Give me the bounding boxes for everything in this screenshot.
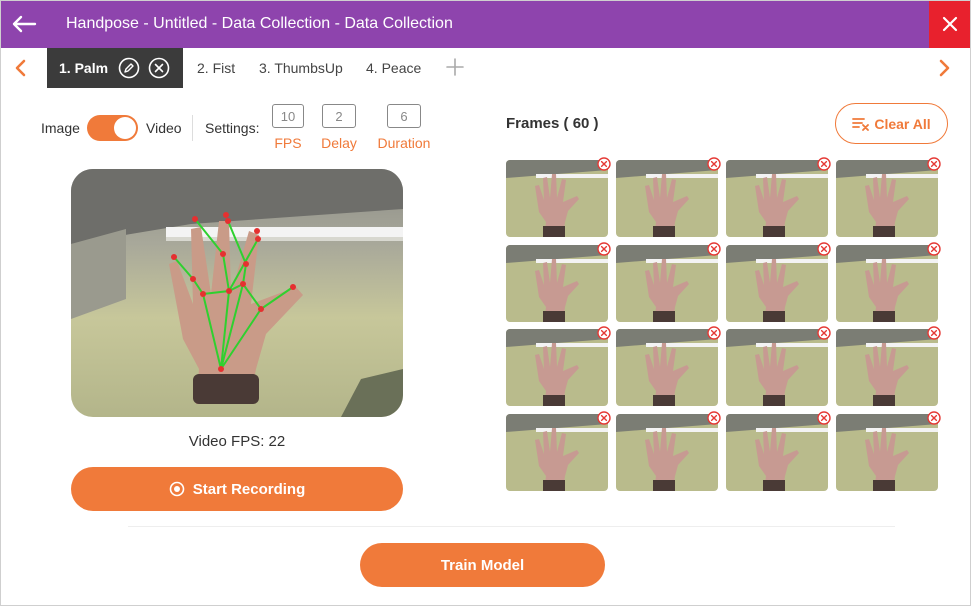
title-bar: Handpose - Untitled - Data Collection - … [0, 0, 971, 48]
frame-thumbnail[interactable] [506, 241, 611, 322]
delete-frame-icon[interactable] [707, 410, 721, 425]
delete-frame-icon[interactable] [707, 241, 721, 256]
delete-frame-icon[interactable] [707, 326, 721, 340]
frame-thumbnail[interactable] [726, 241, 831, 322]
frame-thumbnail[interactable] [616, 326, 721, 406]
train-model-button[interactable]: Train Model [360, 543, 605, 587]
frame-thumbnail[interactable] [836, 241, 941, 322]
tab-peace[interactable]: 4. Peace [366, 48, 421, 88]
frame-thumbnail[interactable] [506, 410, 611, 491]
start-recording-button[interactable]: Start Recording [71, 467, 403, 511]
chevron-left-icon [15, 59, 26, 77]
fps-input[interactable]: 10 [272, 104, 304, 128]
class-tab-bar: 1. Palm 2. Fist 3. ThumbsUp 4. Peace [0, 48, 971, 88]
frames-count-title: Frames ( 60 ) [506, 115, 599, 132]
start-recording-label: Start Recording [192, 480, 306, 498]
camera-preview [71, 169, 403, 417]
frame-thumbnail[interactable] [506, 326, 611, 406]
image-video-toggle[interactable] [87, 115, 138, 141]
remove-tab-button[interactable] [148, 57, 170, 79]
clear-list-icon [852, 116, 870, 132]
delete-frame-icon[interactable] [707, 157, 721, 171]
plus-icon [446, 58, 464, 76]
tab-scroll-left-button[interactable] [6, 54, 34, 82]
video-fps-readout: Video FPS: 22 [188, 433, 286, 450]
add-tab-button[interactable] [444, 56, 466, 78]
frame-thumbnail[interactable] [836, 326, 941, 406]
frame-thumbnail[interactable] [726, 410, 831, 491]
delete-frame-icon[interactable] [597, 157, 611, 171]
clear-all-label: Clear All [874, 115, 931, 132]
clear-all-button[interactable]: Clear All [835, 103, 948, 144]
frame-thumbnail[interactable] [616, 157, 721, 237]
delete-frame-icon[interactable] [927, 157, 941, 171]
frame-thumbnail[interactable] [616, 241, 721, 322]
close-button[interactable] [929, 0, 971, 48]
delete-frame-icon[interactable] [817, 410, 831, 425]
fps-label: FPS [274, 135, 302, 151]
toggle-knob [114, 117, 136, 139]
tab-palm[interactable]: 1. Palm [47, 48, 183, 88]
duration-input[interactable]: 6 [387, 104, 421, 128]
chevron-right-icon [939, 59, 950, 77]
divider [128, 526, 895, 527]
hand-camera-image [71, 169, 403, 417]
frame-thumbnail[interactable] [726, 326, 831, 406]
edit-icon [118, 57, 140, 79]
tab-thumbsup[interactable]: 3. ThumbsUp [259, 48, 343, 88]
delete-frame-icon[interactable] [927, 241, 941, 256]
delete-frame-icon[interactable] [597, 410, 611, 425]
window-title: Handpose - Untitled - Data Collection - … [66, 15, 453, 32]
delay-label: Delay [321, 135, 357, 151]
back-arrow-icon[interactable] [0, 0, 48, 48]
delete-frame-icon[interactable] [597, 326, 611, 340]
remove-icon [148, 57, 170, 79]
frame-thumbnail[interactable] [726, 157, 831, 237]
duration-label: Duration [377, 135, 431, 151]
tab-scroll-right-button[interactable] [931, 54, 959, 82]
close-icon [942, 16, 958, 32]
frame-thumbnail[interactable] [836, 157, 941, 237]
delete-frame-icon[interactable] [817, 157, 831, 171]
delete-frame-icon[interactable] [927, 326, 941, 340]
image-mode-label: Image [41, 120, 80, 136]
video-mode-label: Video [146, 120, 182, 136]
frame-thumbnail[interactable] [616, 410, 721, 491]
divider [192, 115, 193, 141]
delete-frame-icon[interactable] [817, 326, 831, 340]
edit-tab-button[interactable] [118, 57, 140, 79]
delete-frame-icon[interactable] [817, 241, 831, 256]
tab-label: 1. Palm [59, 60, 109, 76]
frame-thumbnail[interactable] [506, 157, 611, 237]
settings-label: Settings: [205, 120, 260, 136]
tab-fist[interactable]: 2. Fist [197, 48, 235, 88]
frame-thumbnail[interactable] [836, 410, 941, 491]
delete-frame-icon[interactable] [927, 410, 941, 425]
record-icon [169, 481, 185, 497]
frames-grid [506, 157, 946, 492]
delete-frame-icon[interactable] [597, 241, 611, 256]
delay-input[interactable]: 2 [322, 104, 356, 128]
